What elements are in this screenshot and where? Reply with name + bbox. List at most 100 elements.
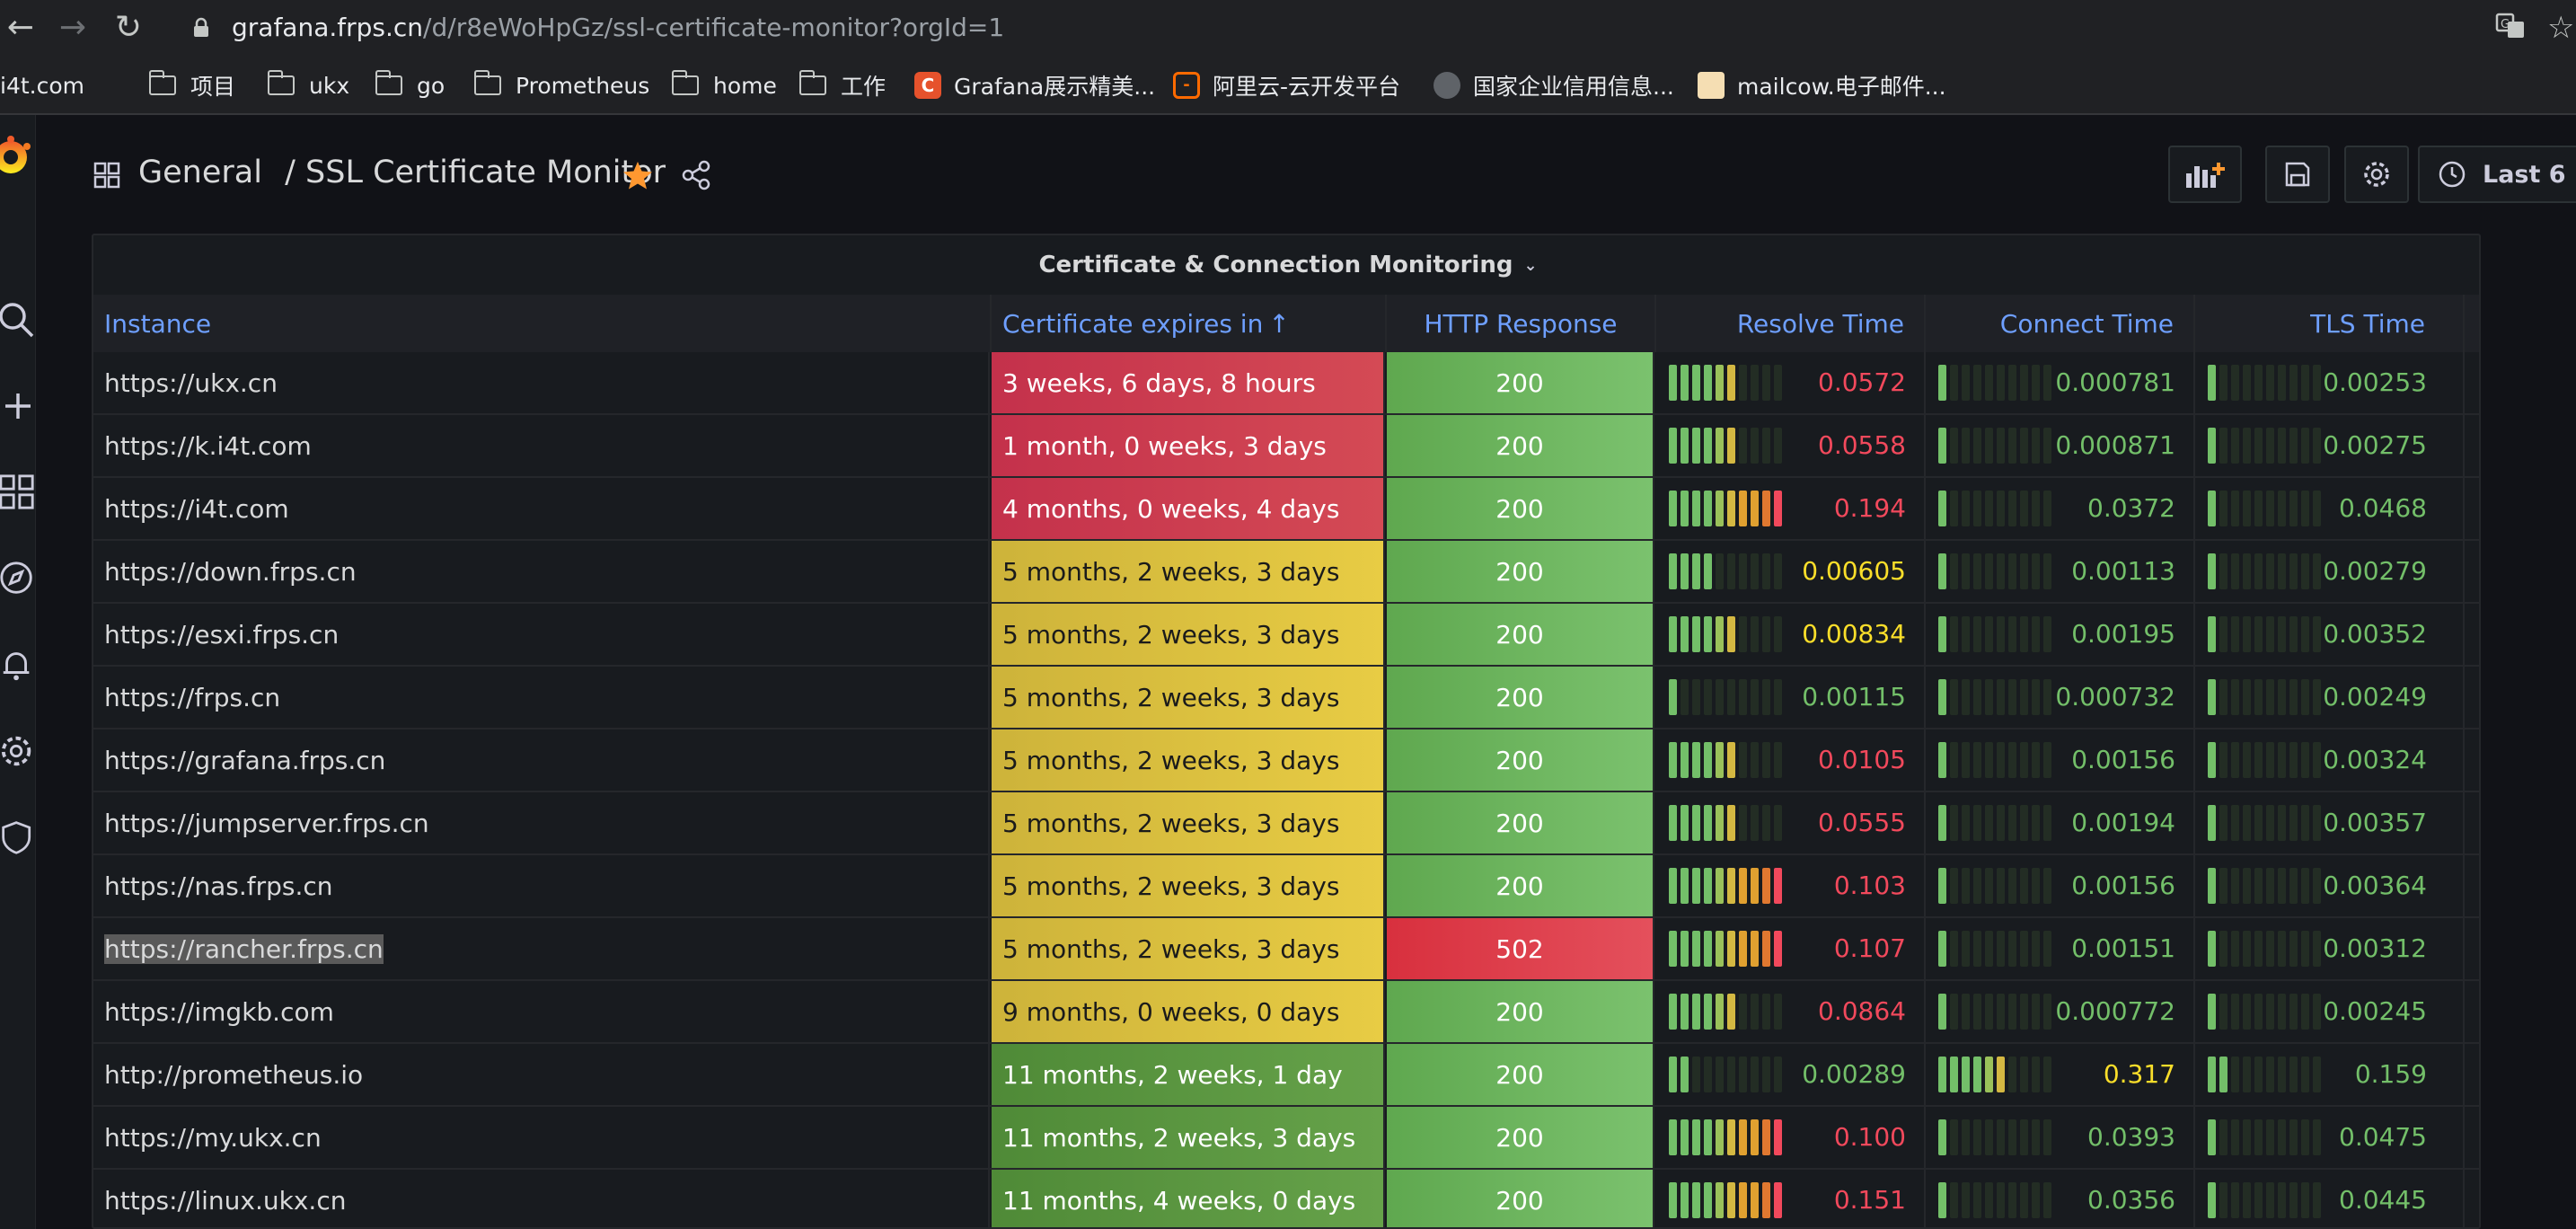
bookmark-item[interactable]: i4t.com [0, 68, 84, 102]
instance-cell[interactable]: https://esxi.frps.cn [93, 604, 990, 665]
bookmark-item[interactable]: mailcow.电子邮件... [1698, 68, 1946, 102]
save-dashboard-button[interactable] [2265, 146, 2330, 203]
create-plus-icon[interactable] [0, 385, 35, 428]
instance-cell[interactable]: https://k.i4t.com [93, 415, 990, 476]
gauge-cell-connect: 0.0372 [1926, 478, 2195, 539]
table-row[interactable]: https://esxi.frps.cn 5 months, 2 weeks, 3… [93, 604, 2479, 667]
gauge-value: 0.0475 [2339, 1122, 2427, 1152]
search-icon[interactable] [0, 298, 35, 341]
table-row[interactable]: https://k.i4t.com 1 month, 0 weeks, 3 day… [93, 415, 2479, 478]
instance-cell[interactable]: https://nas.frps.cn [93, 855, 990, 916]
column-header-resolve[interactable]: Resolve Time [1656, 295, 1926, 352]
gauge-value: 0.00834 [1802, 619, 1906, 649]
gauge-segment [2254, 616, 2263, 652]
table-row[interactable]: https://jumpserver.frps.cn 5 months, 2 we… [93, 792, 2479, 855]
instance-cell[interactable]: https://ukx.cn [93, 352, 990, 413]
instance-url: https://frps.cn [104, 682, 281, 712]
column-header-http[interactable]: HTTP Response [1387, 295, 1656, 352]
bookmark-item[interactable]: C Grafana展示精美... [914, 68, 1155, 102]
bar-gauge [2208, 1119, 2325, 1155]
gauge-value: 0.0445 [2339, 1185, 2427, 1215]
favorite-star-icon[interactable] [622, 160, 654, 190]
column-header-certificate[interactable]: Certificate expires in ↑ [992, 295, 1387, 352]
bookmark-item[interactable]: 国家企业信用信息... [1434, 68, 1674, 102]
bookmark-folder[interactable]: 项目 [148, 68, 235, 102]
bar-gauge [2208, 805, 2325, 841]
gauge-segment [1692, 553, 1700, 589]
dashboard-settings-button[interactable] [2344, 146, 2409, 203]
instance-cell[interactable]: https://linux.ukx.cn [93, 1170, 990, 1227]
bookmark-item[interactable]: - 阿里云-云开发平台 [1173, 68, 1400, 102]
panel-header[interactable]: Certificate & Connection Monitoring ⌄ [93, 235, 2479, 295]
instance-cell[interactable]: https://down.frps.cn [93, 541, 990, 602]
bookmark-folder[interactable]: ukx [267, 68, 349, 102]
column-header-instance[interactable]: Instance [93, 295, 992, 352]
add-panel-button[interactable] [2168, 146, 2242, 203]
instance-cell[interactable]: https://my.ukx.cn [93, 1107, 990, 1168]
gauge-segment [2289, 742, 2298, 778]
gauge-segment [1938, 491, 1946, 526]
dashboards-grid-icon[interactable] [0, 471, 35, 514]
gauge-segment [2219, 742, 2228, 778]
gauge-segment [1739, 491, 1747, 526]
gauge-segment [1704, 1057, 1712, 1092]
instance-cell[interactable]: https://grafana.frps.cn [93, 729, 990, 791]
instance-cell[interactable]: https://frps.cn [93, 667, 990, 728]
bookmark-folder[interactable]: go [375, 68, 445, 102]
table-row[interactable]: http://prometheus.io 11 months, 2 weeks, … [93, 1044, 2479, 1107]
folder-icon [671, 70, 699, 95]
table-row[interactable]: https://grafana.frps.cn 5 months, 2 weeks… [93, 729, 2479, 792]
gauge-segment [2254, 428, 2263, 464]
address-bar[interactable]: grafana.frps.cn/d/r8eWoHpGz/ssl-certific… [232, 11, 1004, 45]
gauge-cell-connect: 0.000871 [1926, 415, 2195, 476]
bookmark-folder[interactable]: Prometheus [473, 68, 649, 102]
table-row[interactable]: https://imgkb.com 9 months, 0 weeks, 0 da… [93, 981, 2479, 1044]
bookmark-folder[interactable]: 工作 [798, 68, 886, 102]
gauge-segment [2254, 994, 2263, 1030]
column-header-connect[interactable]: Connect Time [1926, 295, 2195, 352]
gauge-segment [1727, 742, 1735, 778]
table-row[interactable]: https://frps.cn 5 months, 2 weeks, 3 days… [93, 667, 2479, 729]
alerting-bell-icon[interactable] [0, 643, 35, 686]
translate-icon[interactable]: G [2495, 11, 2526, 50]
table-row[interactable]: https://rancher.frps.cn 5 months, 2 weeks… [93, 918, 2479, 981]
bookmark-star-icon[interactable]: ☆ [2547, 11, 2574, 45]
instance-cell[interactable]: https://jumpserver.frps.cn [93, 792, 990, 853]
bookmark-folder[interactable]: home [671, 68, 777, 102]
reload-icon[interactable]: ↻ [108, 7, 149, 49]
instance-cell[interactable]: https://imgkb.com [93, 981, 990, 1042]
http-status-code: 200 [1495, 430, 1544, 461]
instance-cell[interactable]: https://rancher.frps.cn [93, 918, 990, 979]
configuration-gear-icon[interactable] [0, 729, 35, 773]
grafana-logo-icon[interactable] [0, 135, 35, 178]
table-row[interactable]: https://nas.frps.cn 5 months, 2 weeks, 3 … [93, 855, 2479, 918]
bar-gauge [1938, 679, 2055, 715]
table-row[interactable]: https://my.ukx.cn 11 months, 2 weeks, 3 d… [93, 1107, 2479, 1170]
cert-expiry-cell: 5 months, 2 weeks, 3 days [992, 792, 1385, 853]
gauge-segment [2301, 428, 2309, 464]
instance-cell[interactable]: https://i4t.com [93, 478, 990, 539]
table-row[interactable]: https://down.frps.cn 5 months, 2 weeks, 3… [93, 541, 2479, 604]
gauge-segment [2289, 1057, 2298, 1092]
gauge-cell-tls: 0.00253 [2195, 352, 2465, 413]
gauge-segment [2008, 365, 2016, 401]
forward-arrow-icon[interactable]: → [52, 7, 93, 49]
gauge-value: 0.159 [2354, 1059, 2427, 1089]
explore-compass-icon[interactable] [0, 557, 35, 600]
back-arrow-icon[interactable]: ← [0, 7, 41, 49]
dashboard-title[interactable]: SSL Certificate Monitor [305, 155, 666, 190]
table-row[interactable]: https://ukx.cn 3 weeks, 6 days, 8 hours 20… [93, 352, 2479, 415]
time-range-picker[interactable]: Last 6 h [2418, 146, 2576, 203]
share-icon[interactable] [681, 160, 711, 190]
table-row[interactable]: https://linux.ukx.cn 11 months, 4 weeks, … [93, 1170, 2479, 1227]
breadcrumb-folder[interactable]: General [138, 155, 262, 190]
server-admin-shield-icon[interactable] [0, 816, 35, 859]
table-row[interactable]: https://i4t.com 4 months, 0 weeks, 4 days… [93, 478, 2479, 541]
gauge-segment [2032, 428, 2040, 464]
cert-expiry-cell: 9 months, 0 weeks, 0 days [992, 981, 1385, 1042]
instance-cell[interactable]: http://prometheus.io [93, 1044, 990, 1105]
gauge-segment [2043, 1057, 2051, 1092]
column-header-tls[interactable]: TLS Time [2195, 295, 2465, 352]
lock-icon[interactable] [190, 17, 212, 39]
gauge-segment [1727, 553, 1735, 589]
